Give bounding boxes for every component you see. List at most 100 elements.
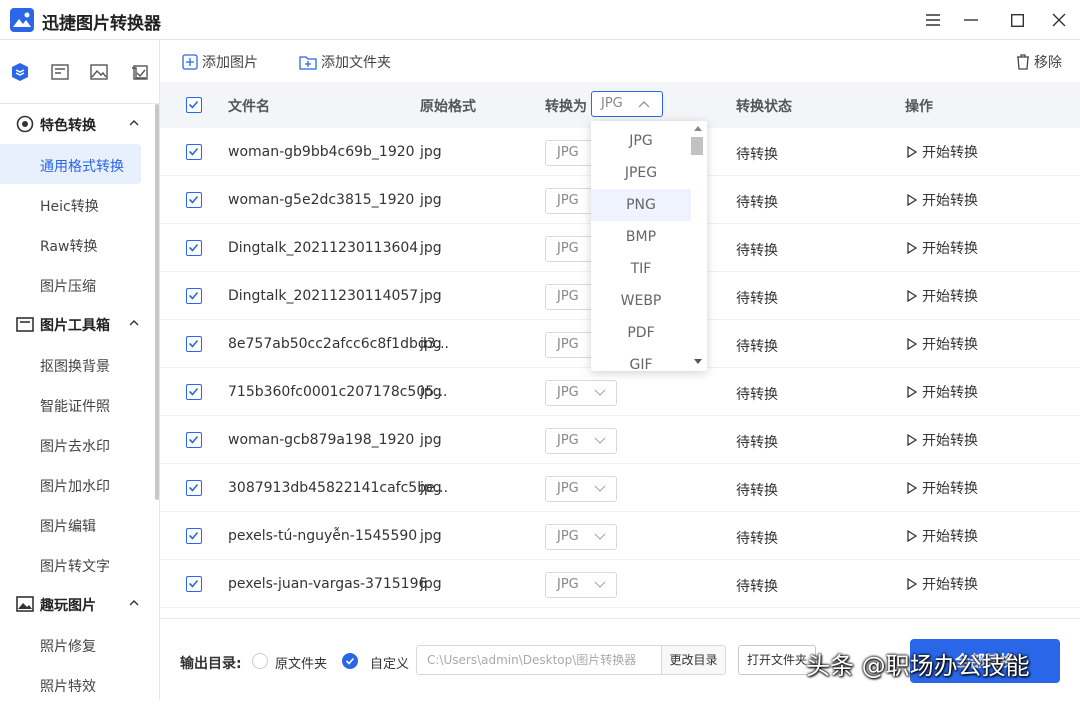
sidebar-group-fun[interactable]: 趣玩图片	[0, 584, 155, 624]
sidebar-item-raw[interactable]: Raw转换	[0, 224, 141, 264]
radio-original-folder[interactable]	[252, 653, 268, 669]
format-option-png[interactable]: PNG	[591, 189, 691, 221]
maximize-icon[interactable]	[1002, 6, 1032, 34]
sidebar-scrollbar[interactable]	[155, 104, 159, 500]
play-icon	[907, 386, 917, 398]
table-row[interactable]: 715b360fc0001c207178c505... jpg JPG 待转换 开始转换	[160, 368, 1080, 416]
dropdown-scrollbar[interactable]	[691, 121, 707, 371]
play-icon	[907, 482, 917, 494]
start-convert-button[interactable]: 开始转换	[907, 574, 978, 594]
sidebar-group-label: 趣玩图片	[40, 598, 96, 614]
start-convert-button[interactable]: 开始转换	[907, 142, 978, 162]
radio-custom-folder[interactable]	[342, 653, 358, 669]
row-filename: pexels-juan-vargas-3715196	[228, 576, 428, 592]
sidebar-item-edit[interactable]: 图片编辑	[0, 504, 141, 544]
row-filename: Dingtalk_20211230113604	[228, 240, 419, 256]
add-image-icon	[182, 54, 198, 70]
table-row[interactable]: 3087913db45822141cafc5be... jpg JPG 待转换 开始转换	[160, 464, 1080, 512]
batch-format-select[interactable]: JPG	[591, 91, 663, 117]
layers-icon[interactable]	[10, 62, 30, 82]
sidebar-item-id-photo[interactable]: 智能证件照	[0, 384, 141, 424]
sidebar-item-photo-repair[interactable]: 照片修复	[0, 624, 141, 664]
row-format-select[interactable]: JPG	[545, 524, 617, 550]
row-orig-format: jpg	[420, 528, 442, 544]
play-icon	[907, 194, 917, 206]
row-status: 待转换	[736, 387, 778, 403]
format-option-jpeg[interactable]: JPEG	[591, 157, 691, 189]
row-status: 待转换	[736, 243, 778, 259]
change-dir-button[interactable]: 更改目录	[662, 645, 726, 675]
start-convert-button[interactable]: 开始转换	[907, 286, 978, 306]
start-convert-button[interactable]: 开始转换	[907, 430, 978, 450]
format-option-gif[interactable]: GIF	[591, 349, 691, 371]
row-checkbox[interactable]	[186, 144, 202, 160]
chevron-up-icon	[129, 120, 139, 126]
row-checkbox[interactable]	[186, 240, 202, 256]
row-orig-format: jpg	[420, 384, 442, 400]
sidebar-item-add-watermark[interactable]: 图片加水印	[0, 464, 141, 504]
row-checkbox[interactable]	[186, 336, 202, 352]
row-format-select[interactable]: JPG	[545, 476, 617, 502]
chevron-down-icon	[594, 485, 606, 492]
header-convert-to: 转换为	[545, 99, 587, 115]
add-folder-icon	[299, 56, 317, 70]
output-path-input[interactable]: C:\Users\admin\Desktop\图片转换器	[416, 645, 662, 675]
toolbar: 添加图片 添加文件夹 移除	[160, 40, 1080, 82]
play-icon	[907, 434, 917, 446]
minimize-icon[interactable]	[956, 6, 986, 34]
crop-icon[interactable]	[130, 62, 150, 82]
table-row[interactable]: pexels-juan-vargas-3715196 jpg JPG 待转换 开始转换	[160, 560, 1080, 608]
chevron-down-icon	[594, 581, 606, 588]
sidebar-item-general-format[interactable]: 通用格式转换	[0, 144, 141, 184]
dropdown-scroll-thumb[interactable]	[691, 137, 703, 155]
sidebar-item-cutout[interactable]: 抠图换背景	[0, 344, 141, 384]
row-format-select[interactable]: JPG	[545, 572, 617, 598]
row-checkbox[interactable]	[186, 480, 202, 496]
table-row[interactable]: pexels-tú-nguyễn-1545590 jpg JPG 待转换 开始转换	[160, 512, 1080, 560]
header-status: 转换状态	[736, 99, 792, 115]
sidebar-group-feature-convert[interactable]: 特色转换	[0, 104, 155, 144]
format-option-webp[interactable]: WEBP	[591, 285, 691, 317]
row-format-select[interactable]: JPG	[545, 428, 617, 454]
start-convert-button[interactable]: 开始转换	[907, 238, 978, 258]
header-action: 操作	[905, 99, 933, 115]
row-checkbox[interactable]	[186, 192, 202, 208]
row-filename: 3087913db45822141cafc5be...	[228, 480, 449, 496]
row-checkbox[interactable]	[186, 288, 202, 304]
row-orig-format: jpg	[420, 240, 442, 256]
menu-icon[interactable]	[918, 6, 948, 34]
open-folder-button[interactable]: 打开文件夹	[738, 645, 816, 675]
sidebar-item-ocr[interactable]: 图片转文字	[0, 544, 141, 584]
sidebar-item-photo-effects[interactable]: 照片特效	[0, 664, 141, 704]
close-icon[interactable]	[1044, 6, 1074, 34]
sidebar-item-heic[interactable]: Heic转换	[0, 184, 141, 224]
picture-frame-icon[interactable]	[50, 62, 70, 82]
select-all-checkbox[interactable]	[186, 97, 202, 113]
row-checkbox[interactable]	[186, 528, 202, 544]
table-row[interactable]: woman-gcb879a198_1920 jpg JPG 待转换 开始转换	[160, 416, 1080, 464]
row-orig-format: jpg	[420, 336, 442, 352]
format-option-jpg[interactable]: JPG	[591, 125, 691, 157]
start-convert-button[interactable]: 开始转换	[907, 334, 978, 354]
sidebar-item-remove-watermark[interactable]: 图片去水印	[0, 424, 141, 464]
sidebar-item-compress[interactable]: 图片压缩	[0, 264, 141, 304]
start-convert-button[interactable]: 开始转换	[907, 382, 978, 402]
image-icon[interactable]	[89, 62, 109, 82]
row-status: 待转换	[736, 483, 778, 499]
row-orig-format: jpg	[420, 192, 442, 208]
row-checkbox[interactable]	[186, 432, 202, 448]
remove-button[interactable]: 移除	[1016, 52, 1062, 72]
start-convert-button[interactable]: 开始转换	[907, 526, 978, 546]
format-option-bmp[interactable]: BMP	[591, 221, 691, 253]
add-image-button[interactable]: 添加图片	[182, 52, 258, 72]
format-option-pdf[interactable]: PDF	[591, 317, 691, 349]
start-convert-button[interactable]: 开始转换	[907, 190, 978, 210]
row-filename: 715b360fc0001c207178c505...	[228, 384, 448, 400]
add-folder-button[interactable]: 添加文件夹	[299, 52, 391, 72]
row-checkbox[interactable]	[186, 384, 202, 400]
row-format-select[interactable]: JPG	[545, 380, 617, 406]
sidebar-group-toolbox[interactable]: 图片工具箱	[0, 304, 155, 344]
row-checkbox[interactable]	[186, 576, 202, 592]
format-option-tif[interactable]: TIF	[591, 253, 691, 285]
start-convert-button[interactable]: 开始转换	[907, 478, 978, 498]
